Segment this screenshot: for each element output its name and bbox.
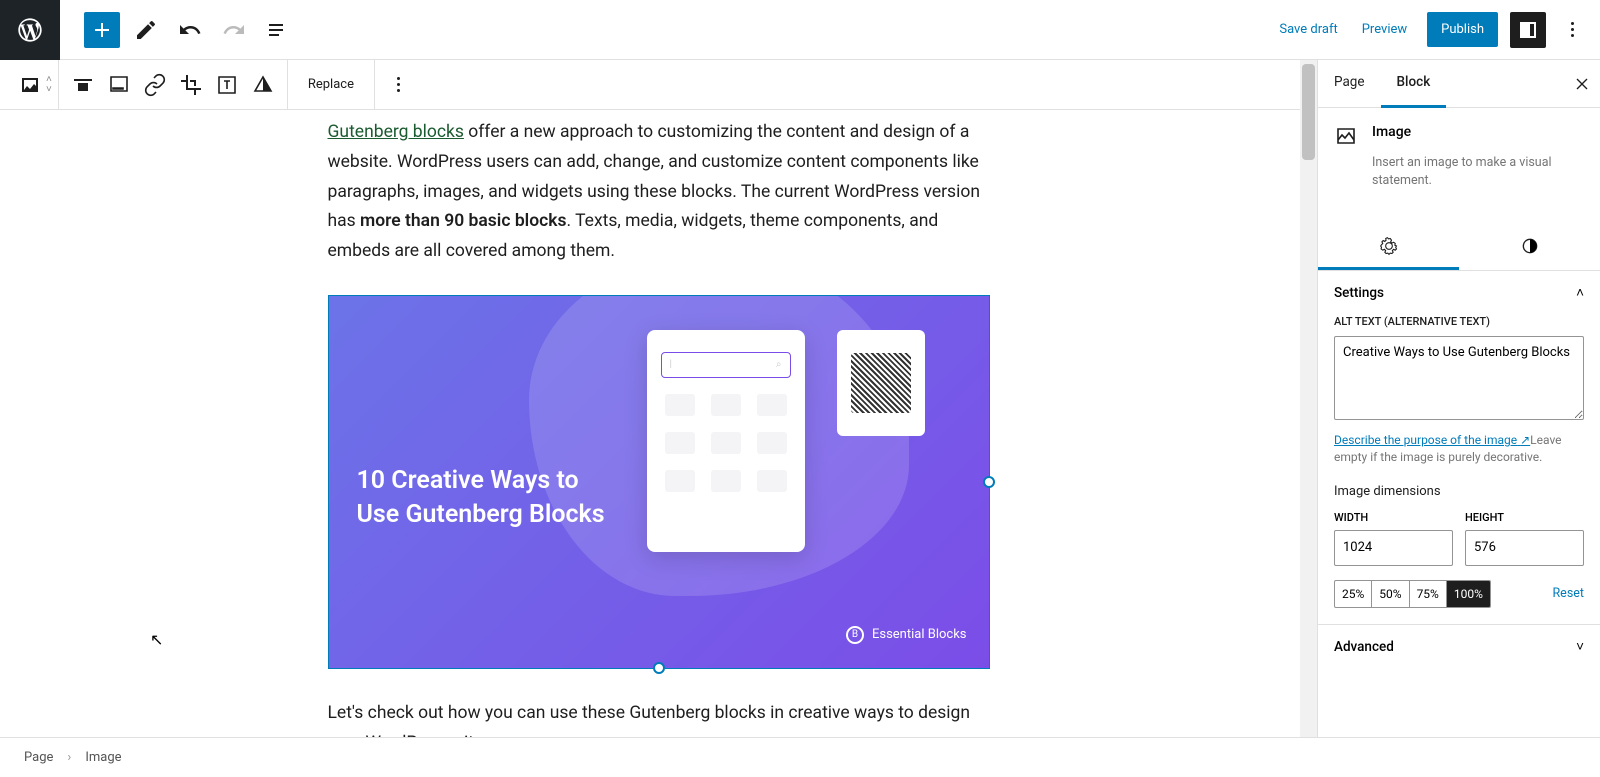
redo-button[interactable]: [216, 12, 252, 48]
undo-icon: [178, 18, 202, 42]
plus-icon: [90, 18, 114, 42]
size-25-button[interactable]: 25%: [1335, 581, 1372, 607]
scrollbar-thumb[interactable]: [1302, 64, 1315, 160]
size-100-button[interactable]: 100%: [1447, 581, 1490, 607]
alt-text-input[interactable]: Creative Ways to Use Gutenberg Blocks: [1334, 336, 1584, 420]
save-draft-button[interactable]: Save draft: [1267, 22, 1349, 37]
image-content: 10 Creative Ways to Use Gutenberg Blocks…: [329, 296, 989, 668]
wordpress-icon: [16, 16, 44, 44]
canvas-scrollbar[interactable]: [1300, 60, 1317, 737]
alt-text-help-link[interactable]: Describe the purpose of the image ↗: [1334, 433, 1530, 447]
close-icon: [1572, 74, 1592, 94]
image-title-text: 10 Creative Ways to Use Gutenberg Blocks: [357, 464, 605, 532]
height-label: HEIGHT: [1465, 511, 1584, 524]
tab-block[interactable]: Block: [1381, 60, 1447, 108]
settings-styles-toggle: [1318, 224, 1600, 271]
image-block[interactable]: 10 Creative Ways to Use Gutenberg Blocks…: [328, 295, 990, 669]
editor-topbar: Save draft Preview Publish: [0, 0, 1600, 60]
image-footer-brand: B Essential Blocks: [846, 626, 967, 644]
width-input[interactable]: [1334, 530, 1453, 566]
image-mock-popup: |⌕: [647, 330, 805, 552]
image-dimensions-label: Image dimensions: [1334, 484, 1584, 499]
advanced-section-header[interactable]: Advanced ˅: [1318, 624, 1600, 669]
width-label: WIDTH: [1334, 511, 1453, 524]
brand-icon: B: [846, 626, 864, 644]
more-options-button[interactable]: [1554, 12, 1590, 48]
sidebar-icon: [1516, 18, 1540, 42]
paragraph-block[interactable]: Gutenberg blocks offer a new approach to…: [328, 118, 990, 267]
reset-size-button[interactable]: Reset: [1552, 586, 1584, 601]
panel-tabs: Page Block: [1318, 60, 1600, 108]
settings-panel: Page Block Image Insert an image to make…: [1317, 60, 1600, 737]
image-mock-logo: [837, 330, 925, 436]
block-name-label: Image: [1372, 124, 1411, 148]
publish-button[interactable]: Publish: [1427, 12, 1498, 47]
list-view-icon: [266, 18, 290, 42]
breadcrumb-image[interactable]: Image: [85, 750, 121, 765]
redo-icon: [222, 18, 246, 42]
chevron-down-icon: ˅: [1576, 639, 1584, 655]
external-icon: ↗: [1520, 433, 1530, 447]
alt-text-label: ALT TEXT (ALTERNATIVE TEXT): [1334, 315, 1584, 328]
chevron-up-icon: ˄: [1576, 285, 1584, 301]
wp-logo-button[interactable]: [0, 0, 60, 60]
paragraph-block[interactable]: Let's check out how you can use these Gu…: [328, 699, 990, 737]
settings-tab[interactable]: [1318, 224, 1459, 270]
resize-handle-bottom[interactable]: [653, 662, 665, 674]
block-description: Insert an image to make a visual stateme…: [1372, 154, 1584, 190]
cursor-pointer-icon: ↖: [150, 630, 163, 649]
para1-bold: more than 90 basic blocks: [360, 211, 566, 231]
editor-canvas: Gutenberg blocks offer a new approach to…: [0, 60, 1317, 737]
image-icon: [1334, 124, 1358, 148]
add-block-button[interactable]: [84, 12, 120, 48]
pencil-icon: [134, 18, 158, 42]
alt-text-help: Describe the purpose of the image ↗Leave…: [1334, 432, 1584, 466]
list-view-button[interactable]: [260, 12, 296, 48]
breadcrumb-page[interactable]: Page: [24, 750, 53, 765]
preview-button[interactable]: Preview: [1350, 22, 1419, 37]
gear-icon: [1379, 236, 1399, 256]
height-input[interactable]: [1465, 530, 1584, 566]
tools-button[interactable]: [128, 12, 164, 48]
settings-panel-toggle[interactable]: [1510, 12, 1546, 48]
styles-tab[interactable]: [1459, 224, 1600, 270]
block-type-icon: [1334, 124, 1358, 148]
breadcrumb-footer: Page › Image: [0, 737, 1600, 777]
size-preset-buttons: 25% 50% 75% 100%: [1334, 580, 1491, 608]
settings-section-header[interactable]: Settings ˄: [1318, 271, 1600, 315]
size-50-button[interactable]: 50%: [1372, 581, 1409, 607]
panel-close-button[interactable]: [1564, 60, 1600, 108]
undo-button[interactable]: [172, 12, 208, 48]
gutenberg-link[interactable]: Gutenberg blocks: [328, 122, 464, 142]
size-75-button[interactable]: 75%: [1410, 581, 1447, 607]
tab-page[interactable]: Page: [1318, 60, 1381, 108]
chevron-right-icon: ›: [67, 750, 71, 765]
contrast-icon: [1520, 236, 1540, 256]
resize-handle-right[interactable]: [983, 476, 995, 488]
ellipsis-v-icon: [1571, 22, 1574, 37]
